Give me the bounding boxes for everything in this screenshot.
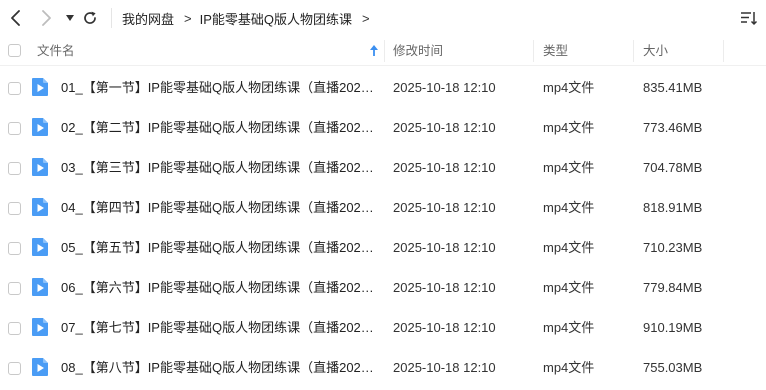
back-button[interactable] — [6, 8, 26, 28]
file-size: 773.46MB — [643, 120, 703, 135]
row-checkbox[interactable] — [8, 322, 21, 335]
file-row[interactable]: 06_【第六节】IP能零基础Q版人物团练课（直播2024_07... 2025-1… — [0, 268, 766, 308]
file-row[interactable]: 01_【第一节】IP能零基础Q版人物团练课（直播2024_07... 2025-1… — [0, 68, 766, 108]
sort-options-button[interactable] — [740, 9, 758, 27]
file-list-header: 文件名 修改时间 类型 大小 — [0, 36, 766, 66]
sort-list-icon — [741, 12, 758, 26]
file-row[interactable]: 08_【第八节】IP能零基础Q版人物团练课（直播2024_08... 2025-1… — [0, 348, 766, 388]
file-modified-time: 2025-10-18 12:10 — [393, 200, 496, 215]
video-file-icon — [32, 318, 48, 336]
file-type: mp4文件 — [543, 160, 595, 175]
file-modified-time: 2025-10-18 12:10 — [393, 80, 496, 95]
video-file-icon — [32, 198, 48, 216]
video-file-icon — [32, 358, 48, 376]
select-all-checkbox[interactable] — [8, 44, 21, 57]
file-size: 835.41MB — [643, 80, 703, 95]
video-file-icon — [32, 78, 48, 96]
refresh-icon — [84, 11, 96, 24]
file-size: 818.91MB — [643, 200, 703, 215]
file-type: mp4文件 — [543, 280, 595, 295]
chevron-right-icon — [42, 10, 51, 26]
file-size: 704.78MB — [643, 160, 703, 175]
history-dropdown-button[interactable] — [60, 8, 80, 28]
breadcrumb-item-root[interactable]: 我的网盘 — [122, 9, 174, 28]
file-name[interactable]: 06_【第六节】IP能零基础Q版人物团练课（直播2024_07... — [61, 268, 379, 308]
row-checkbox[interactable] — [8, 362, 21, 375]
file-name[interactable]: 01_【第一节】IP能零基础Q版人物团练课（直播2024_07... — [61, 68, 379, 108]
file-modified-time: 2025-10-18 12:10 — [393, 280, 496, 295]
row-checkbox[interactable] — [8, 202, 21, 215]
video-file-icon — [32, 118, 48, 136]
row-checkbox[interactable] — [8, 82, 21, 95]
file-row[interactable]: 03_【第三节】IP能零基础Q版人物团练课（直播2024_07... 2025-1… — [0, 148, 766, 188]
file-size: 779.84MB — [643, 280, 703, 295]
file-type: mp4文件 — [543, 320, 595, 335]
forward-button[interactable] — [36, 8, 56, 28]
file-name[interactable]: 07_【第七节】IP能零基础Q版人物团练课（直播2024_08... — [61, 308, 379, 348]
file-name[interactable]: 05_【第五节】IP能零基础Q版人物团练课（直播2024_07... — [61, 228, 379, 268]
file-name[interactable]: 02_【第二节】IP能零基础Q版人物团练课（直播2024_07... — [61, 108, 379, 148]
column-divider[interactable] — [723, 40, 724, 62]
breadcrumb-separator[interactable]: > — [362, 11, 370, 26]
file-type: mp4文件 — [543, 360, 595, 375]
file-size: 710.23MB — [643, 240, 703, 255]
row-checkbox[interactable] — [8, 242, 21, 255]
column-divider[interactable] — [384, 40, 385, 62]
file-modified-time: 2025-10-18 12:10 — [393, 120, 496, 135]
row-checkbox[interactable] — [8, 162, 21, 175]
file-row[interactable]: 05_【第五节】IP能零基础Q版人物团练课（直播2024_07... 2025-1… — [0, 228, 766, 268]
file-type: mp4文件 — [543, 240, 595, 255]
toolbar: 我的网盘 > IP能零基础Q版人物团练课 > — [0, 0, 766, 36]
file-type: mp4文件 — [543, 200, 595, 215]
file-row[interactable]: 07_【第七节】IP能零基础Q版人物团练课（直播2024_08... 2025-1… — [0, 308, 766, 348]
file-name[interactable]: 04_【第四节】IP能零基础Q版人物团练课（直播2024_07... — [61, 188, 379, 228]
file-name[interactable]: 03_【第三节】IP能零基础Q版人物团练课（直播2024_07... — [61, 148, 379, 188]
row-checkbox[interactable] — [8, 282, 21, 295]
refresh-button[interactable] — [80, 8, 100, 28]
row-checkbox[interactable] — [8, 122, 21, 135]
column-divider[interactable] — [633, 40, 634, 62]
breadcrumb: 我的网盘 > IP能零基础Q版人物团练课 > — [122, 9, 378, 27]
file-modified-time: 2025-10-18 12:10 — [393, 160, 496, 175]
column-header-name[interactable]: 文件名 — [37, 36, 367, 66]
column-header-size[interactable]: 大小 — [643, 36, 723, 66]
toolbar-divider — [111, 8, 112, 28]
breadcrumb-separator: > — [184, 10, 192, 26]
file-modified-time: 2025-10-18 12:10 — [393, 320, 496, 335]
video-file-icon — [32, 158, 48, 176]
sort-ascending-icon[interactable] — [369, 44, 379, 58]
caret-down-icon — [66, 15, 74, 21]
file-size: 910.19MB — [643, 320, 703, 335]
video-file-icon — [32, 278, 48, 296]
file-row[interactable]: 02_【第二节】IP能零基础Q版人物团练课（直播2024_07... 2025-1… — [0, 108, 766, 148]
column-divider[interactable] — [533, 40, 534, 62]
column-header-modified[interactable]: 修改时间 — [393, 36, 523, 66]
file-modified-time: 2025-10-18 12:10 — [393, 240, 496, 255]
breadcrumb-item-current[interactable]: IP能零基础Q版人物团练课 — [200, 9, 352, 28]
video-file-icon — [32, 238, 48, 256]
file-type: mp4文件 — [543, 80, 595, 95]
file-type: mp4文件 — [543, 120, 595, 135]
chevron-left-icon — [11, 10, 20, 26]
file-name[interactable]: 08_【第八节】IP能零基础Q版人物团练课（直播2024_08... — [61, 348, 379, 388]
file-size: 755.03MB — [643, 360, 703, 375]
column-header-type[interactable]: 类型 — [543, 36, 623, 66]
file-modified-time: 2025-10-18 12:10 — [393, 360, 496, 375]
file-row[interactable]: 04_【第四节】IP能零基础Q版人物团练课（直播2024_07... 2025-1… — [0, 188, 766, 228]
